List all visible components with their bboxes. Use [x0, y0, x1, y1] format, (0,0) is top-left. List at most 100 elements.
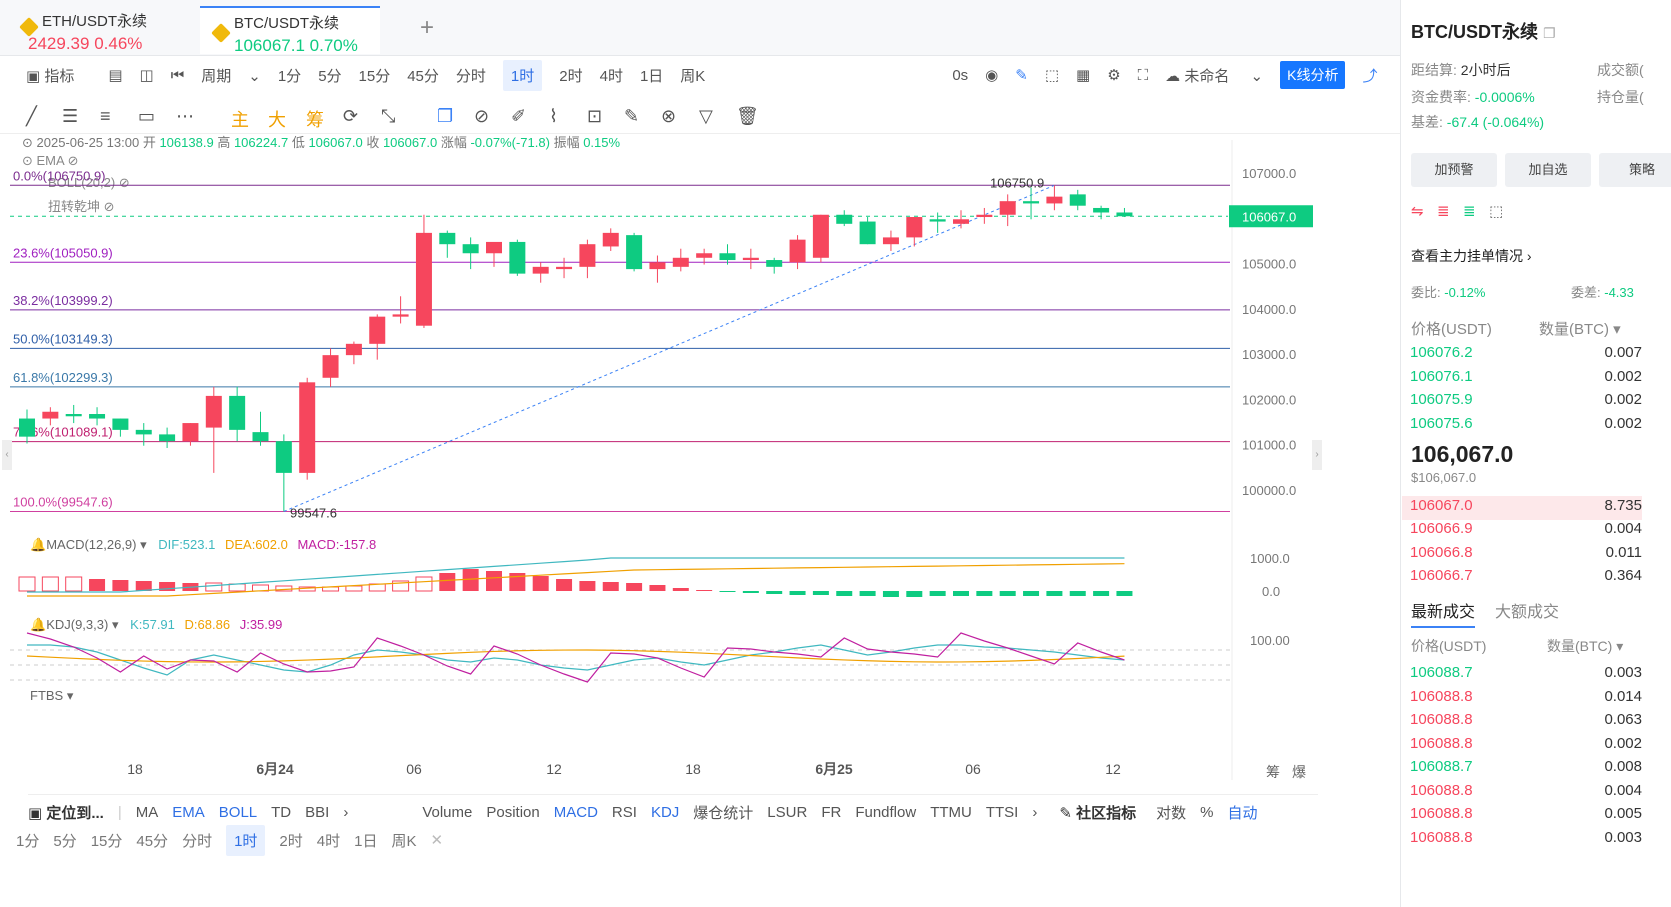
- bid-row[interactable]: 106066.7 0.364: [1410, 567, 1670, 591]
- tab-large-trades[interactable]: 大额成交: [1495, 598, 1559, 622]
- sub-ind-fr[interactable]: FR: [821, 804, 841, 821]
- chip-button[interactable]: 筹: [306, 106, 324, 132]
- book-view-asks-icon[interactable]: ≣: [1437, 202, 1450, 220]
- main-ind-bbi[interactable]: BBI: [305, 804, 329, 821]
- kdj-legend[interactable]: 🔔KDJ(9,3,3) ▾ K:57.91 D:68.86 J:35.99: [30, 617, 282, 633]
- sub-ind-fundflow[interactable]: Fundflow: [855, 804, 916, 821]
- candle-type-icon[interactable]: ▤: [108, 66, 122, 84]
- settings-icon[interactable]: ⚙: [1107, 66, 1120, 84]
- chip-toggle[interactable]: 筹: [1266, 762, 1280, 782]
- interval-45m[interactable]: 45分: [407, 65, 439, 86]
- copy-icon[interactable]: ❐: [1543, 25, 1556, 41]
- ask-row[interactable]: 106076.1 0.002: [1410, 368, 1670, 392]
- lock-icon[interactable]: ⊡: [587, 106, 602, 127]
- magnet-icon[interactable]: ⌇: [549, 106, 558, 127]
- add-watchlist-button[interactable]: 加自选: [1505, 153, 1591, 187]
- indicator-button[interactable]: ▣ 指标: [26, 65, 91, 86]
- chevron-right-icon[interactable]: ›: [1032, 804, 1037, 821]
- main-ind-boll[interactable]: BOLL: [219, 804, 257, 821]
- auto-scale-toggle[interactable]: 自动: [1227, 802, 1257, 823]
- bid-row[interactable]: 106067.0 8.735: [1410, 497, 1670, 521]
- sub-ind-volume[interactable]: Volume: [422, 804, 472, 821]
- interval-5m[interactable]: 5分: [318, 65, 341, 86]
- kline-analysis-button[interactable]: K线分析: [1280, 61, 1346, 89]
- book-precision-icon[interactable]: ⬚: [1489, 202, 1503, 220]
- add-tab-icon[interactable]: +: [420, 14, 434, 42]
- book-qty-header[interactable]: 数量(BTC) ▾: [1539, 318, 1621, 339]
- pen-icon[interactable]: ✎: [1015, 66, 1028, 84]
- period-dropdown[interactable]: 周期 ⌄: [201, 65, 261, 86]
- large-order-button[interactable]: 大: [268, 106, 286, 132]
- filter-icon[interactable]: ▽: [699, 106, 713, 127]
- interval-2h[interactable]: 2时: [559, 65, 582, 86]
- collapse-panel-handle[interactable]: ›: [1312, 440, 1322, 470]
- trash-icon[interactable]: 🗑: [736, 106, 759, 127]
- main-ind-ema[interactable]: EMA: [172, 804, 205, 821]
- note-icon[interactable]: ✎: [624, 106, 639, 127]
- sub-ind-ttsi[interactable]: TTSI: [986, 804, 1019, 821]
- line-tool-icon[interactable]: ╱: [26, 106, 37, 127]
- tab-btc[interactable]: BTC/USDT永续 106067.1 0.70%: [200, 6, 380, 55]
- add-alert-button[interactable]: 加预警: [1411, 153, 1497, 187]
- fullscreen-icon[interactable]: ⛶: [1138, 67, 1149, 84]
- main-ind-ma[interactable]: MA: [136, 804, 159, 821]
- interval-1d[interactable]: 1日: [640, 65, 663, 86]
- book-view-bids-icon[interactable]: ≣: [1463, 202, 1476, 220]
- hide-icon[interactable]: ⊗: [661, 106, 676, 127]
- main-ind-td[interactable]: TD: [271, 804, 291, 821]
- ib-15m[interactable]: 15分: [91, 830, 123, 851]
- trade-qty-header[interactable]: 数量(BTC) ▾: [1547, 636, 1623, 656]
- log-scale-toggle[interactable]: 对数: [1156, 802, 1186, 823]
- interval-week[interactable]: 周K: [680, 65, 705, 86]
- price-chart[interactable]: 0.0%(106750.9) 23.6%(105050.9) 38.2%(10399…: [0, 140, 1320, 780]
- more-tools-icon[interactable]: ⋯: [176, 106, 194, 127]
- interval-1m[interactable]: 1分: [278, 65, 301, 86]
- bid-row[interactable]: 106066.9 0.004: [1410, 520, 1670, 544]
- ask-row[interactable]: 106075.6 0.002: [1410, 415, 1670, 439]
- tab-latest-trades[interactable]: 最新成交: [1411, 598, 1476, 628]
- locate-button[interactable]: ▣ 定位到...: [28, 802, 104, 823]
- ruler-icon[interactable]: ⊘: [474, 106, 489, 127]
- select-icon[interactable]: ⬚: [1045, 66, 1059, 84]
- sub-ind-lsur[interactable]: LSUR: [767, 804, 807, 821]
- ib-1d[interactable]: 1日: [354, 830, 377, 851]
- interval-15m[interactable]: 15分: [359, 65, 391, 86]
- expand-left-handle[interactable]: ‹: [2, 440, 12, 470]
- sub-ind-ttmu[interactable]: TTMU: [930, 804, 972, 821]
- ask-row[interactable]: 106076.2 0.007: [1410, 344, 1670, 368]
- sub-ind-position[interactable]: Position: [486, 804, 539, 821]
- ib-1m[interactable]: 1分: [16, 830, 39, 851]
- hline-tool-icon[interactable]: ☰: [62, 106, 78, 127]
- ib-week[interactable]: 周K: [391, 830, 416, 851]
- ib-2h[interactable]: 2时: [279, 830, 302, 851]
- bell-icon[interactable]: 🔔: [30, 617, 46, 632]
- sub-ind-liq[interactable]: 爆仓统计: [693, 802, 753, 823]
- close-icon[interactable]: ✕: [430, 831, 443, 849]
- layout-icon[interactable]: ◫: [140, 66, 154, 84]
- liquidation-toggle[interactable]: 爆: [1292, 762, 1306, 782]
- layout-name[interactable]: ☁ 未命名 ⌄: [1165, 65, 1263, 86]
- share-icon[interactable]: ⤴: [1362, 65, 1377, 86]
- macd-legend[interactable]: 🔔MACD(12,26,9) ▾ DIF:523.1 DEA:602.0 MAC…: [30, 537, 376, 553]
- interval-timeline[interactable]: 分时: [456, 65, 486, 86]
- interval-4h[interactable]: 4时: [600, 65, 623, 86]
- ask-row[interactable]: 106075.9 0.002: [1410, 391, 1670, 415]
- community-indicator-button[interactable]: ✎ 社区指标: [1059, 802, 1136, 823]
- camera-icon[interactable]: ◉: [985, 66, 998, 84]
- ib-timeline[interactable]: 分时: [182, 830, 212, 851]
- interval-1h[interactable]: 1时: [502, 59, 543, 91]
- sub-ind-macd[interactable]: MACD: [554, 804, 598, 821]
- bell-icon[interactable]: 🔔: [30, 537, 46, 552]
- percent-toggle[interactable]: %: [1200, 804, 1213, 821]
- channel-tool-icon[interactable]: ≡: [100, 106, 111, 127]
- rect-tool-icon[interactable]: ▭: [138, 106, 155, 127]
- ib-1h[interactable]: 1时: [226, 824, 266, 856]
- book-view-both-icon[interactable]: ⇋: [1411, 202, 1424, 220]
- ib-4h[interactable]: 4时: [317, 830, 340, 851]
- strategy-button[interactable]: 策略: [1599, 153, 1671, 187]
- brush-icon[interactable]: ✐: [511, 106, 526, 127]
- sub-ind-kdj[interactable]: KDJ: [651, 804, 679, 821]
- sub-ind-rsi[interactable]: RSI: [612, 804, 637, 821]
- ib-5m[interactable]: 5分: [53, 830, 76, 851]
- cycle-icon[interactable]: ⟳: [343, 106, 358, 127]
